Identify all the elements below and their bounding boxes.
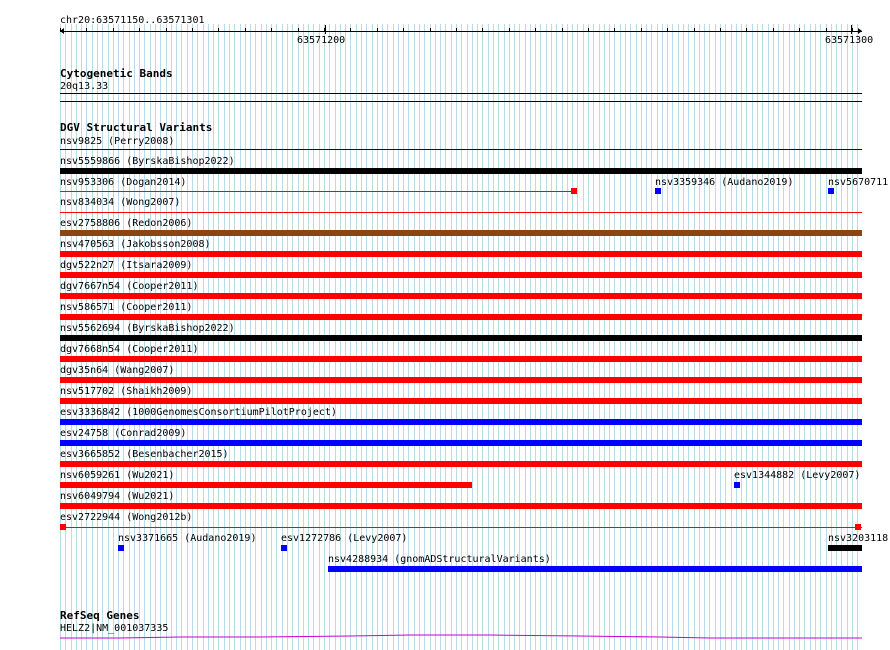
variant-label[interactable]: esv24758 (Conrad2009) [60, 428, 186, 439]
variant-bar[interactable] [60, 191, 572, 192]
gene-model[interactable] [60, 630, 862, 642]
variant-bar[interactable] [60, 398, 862, 404]
variant-marker[interactable] [118, 545, 124, 551]
variant-label[interactable]: esv2722944 (Wong2012b) [60, 512, 192, 523]
variant-label[interactable]: nsv3203118 [828, 533, 888, 544]
variant-marker[interactable] [734, 482, 740, 488]
variant-bar[interactable] [60, 335, 862, 341]
dgv-track-title: DGV Structural Variants [60, 121, 213, 134]
variant-marker[interactable] [655, 188, 661, 194]
variant-bar[interactable] [60, 230, 862, 236]
variant-label[interactable]: nsv6049794 (Wu2021) [60, 491, 174, 502]
variant-bar[interactable] [60, 272, 862, 278]
variant-label[interactable]: nsv834034 (Wong2007) [60, 197, 180, 208]
variant-label[interactable]: dgv35n64 (Wang2007) [60, 365, 174, 376]
variant-label[interactable]: nsv5670711 [828, 177, 888, 188]
variant-label[interactable]: nsv586571 (Cooper2011) [60, 302, 192, 313]
variant-label[interactable]: esv2758806 (Redon2006) [60, 218, 192, 229]
variant-label[interactable]: nsv470563 (Jakobsson2008) [60, 239, 211, 250]
variant-label[interactable]: esv1272786 (Levy2007) [281, 533, 407, 544]
ruler-tick-label: 63571300 [825, 35, 874, 46]
variant-bar[interactable] [60, 419, 862, 425]
track-divider [60, 101, 862, 102]
variant-label[interactable]: nsv953306 (Dogan2014) [60, 177, 186, 188]
variant-bar[interactable] [60, 461, 862, 467]
cytoband-track-title: Cytogenetic Bands [60, 67, 173, 80]
variant-bar[interactable] [60, 149, 862, 150]
variant-marker[interactable] [828, 188, 834, 194]
ruler-left-arrow-icon [60, 28, 64, 34]
variant-bar[interactable] [60, 503, 862, 509]
variant-marker[interactable] [60, 524, 66, 530]
variant-label[interactable]: nsv5562694 (ByrskaBishop2022) [60, 323, 235, 334]
ruler-axis[interactable] [60, 31, 862, 32]
variant-bar[interactable] [60, 440, 862, 446]
variant-marker[interactable] [281, 545, 287, 551]
variant-label[interactable]: dgv522n27 (Itsara2009) [60, 260, 192, 271]
variant-marker[interactable] [855, 524, 861, 530]
variant-bar[interactable] [328, 566, 862, 572]
variant-bar[interactable] [60, 212, 862, 213]
variant-bar[interactable] [60, 356, 862, 362]
cytoband-bar[interactable] [60, 93, 862, 94]
variant-label[interactable]: nsv517702 (Shaikh2009) [60, 386, 192, 397]
refseq-track-title: RefSeq Genes [60, 609, 140, 622]
variant-label[interactable]: nsv5559866 (ByrskaBishop2022) [60, 156, 235, 167]
variant-marker[interactable] [571, 188, 577, 194]
variant-bar[interactable] [60, 377, 862, 383]
cytoband-label[interactable]: 20q13.33 [60, 81, 108, 92]
variant-label[interactable]: esv3665852 (Besenbacher2015) [60, 449, 229, 460]
variant-label[interactable]: nsv6059261 (Wu2021) [60, 470, 174, 481]
variant-label[interactable]: nsv3371665 (Audano2019) [118, 533, 256, 544]
variant-bar[interactable] [60, 168, 862, 174]
variant-label[interactable]: nsv4288934 (gnomADStructuralVariants) [328, 554, 551, 565]
ruler-right-arrow-icon [858, 28, 862, 34]
variant-label[interactable]: nsv9825 (Perry2008) [60, 136, 174, 147]
variant-label[interactable]: esv3336842 (1000GenomesConsortiumPilotPr… [60, 407, 337, 418]
variant-label[interactable]: nsv3359346 (Audano2019) [655, 177, 793, 188]
region-label: chr20:63571150..63571301 [60, 15, 205, 26]
variant-label[interactable]: dgv7668n54 (Cooper2011) [60, 344, 198, 355]
variant-label[interactable]: esv1344882 (Levy2007) [734, 470, 860, 481]
variant-bar[interactable] [60, 314, 862, 320]
variant-bar[interactable] [60, 293, 862, 299]
variant-bar[interactable] [828, 545, 862, 551]
variant-bar[interactable] [60, 482, 472, 488]
variant-bar[interactable] [60, 527, 862, 528]
ruler-tick-label: 63571200 [297, 35, 346, 46]
variant-label[interactable]: dgv7667n54 (Cooper2011) [60, 281, 198, 292]
variant-bar[interactable] [60, 251, 862, 257]
